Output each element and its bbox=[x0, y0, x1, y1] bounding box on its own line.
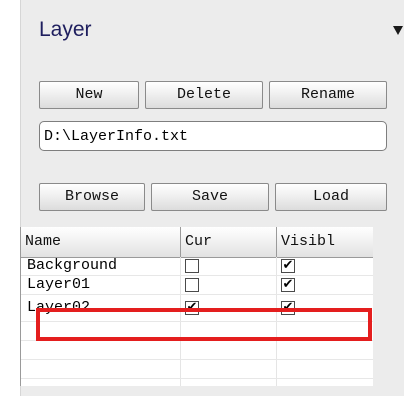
collapse-arrow-icon[interactable] bbox=[393, 26, 403, 35]
table-row[interactable]: Layer01 ✔ bbox=[21, 276, 373, 295]
current-checkbox[interactable] bbox=[185, 259, 199, 273]
table-row-empty bbox=[21, 322, 373, 341]
table-row-empty bbox=[21, 360, 373, 379]
panel-title: Layer bbox=[39, 18, 92, 41]
table-row-empty bbox=[21, 379, 373, 386]
layer-name: Background bbox=[27, 257, 118, 274]
load-button[interactable]: Load bbox=[275, 183, 387, 211]
layer-name: Layer01 bbox=[27, 276, 91, 293]
table-row[interactable]: Layer02 ✔ ✔ bbox=[21, 295, 373, 322]
visible-checkbox[interactable]: ✔ bbox=[281, 301, 295, 315]
table-header: Name Cur Visibl bbox=[21, 227, 373, 258]
layer-table: Name Cur Visibl Background ✔ Layer01 ✔ L… bbox=[20, 227, 373, 386]
table-row[interactable]: Background ✔ bbox=[21, 257, 373, 276]
column-header-cur[interactable]: Cur bbox=[181, 227, 277, 257]
layer-name: Layer02 bbox=[27, 299, 91, 316]
new-button[interactable]: New bbox=[39, 81, 139, 109]
table-body: Background ✔ Layer01 ✔ Layer02 ✔ ✔ bbox=[21, 257, 373, 386]
rename-button[interactable]: Rename bbox=[269, 81, 387, 109]
delete-button[interactable]: Delete bbox=[145, 81, 263, 109]
current-checkbox[interactable] bbox=[185, 278, 199, 292]
column-header-visible[interactable]: Visibl bbox=[277, 227, 373, 257]
file-path-input[interactable] bbox=[39, 121, 387, 151]
column-header-name[interactable]: Name bbox=[21, 227, 181, 257]
save-button[interactable]: Save bbox=[151, 183, 269, 211]
visible-checkbox[interactable]: ✔ bbox=[281, 278, 295, 292]
table-row-empty bbox=[21, 341, 373, 360]
browse-button[interactable]: Browse bbox=[39, 183, 145, 211]
visible-checkbox[interactable]: ✔ bbox=[281, 259, 295, 273]
current-checkbox[interactable]: ✔ bbox=[185, 301, 199, 315]
